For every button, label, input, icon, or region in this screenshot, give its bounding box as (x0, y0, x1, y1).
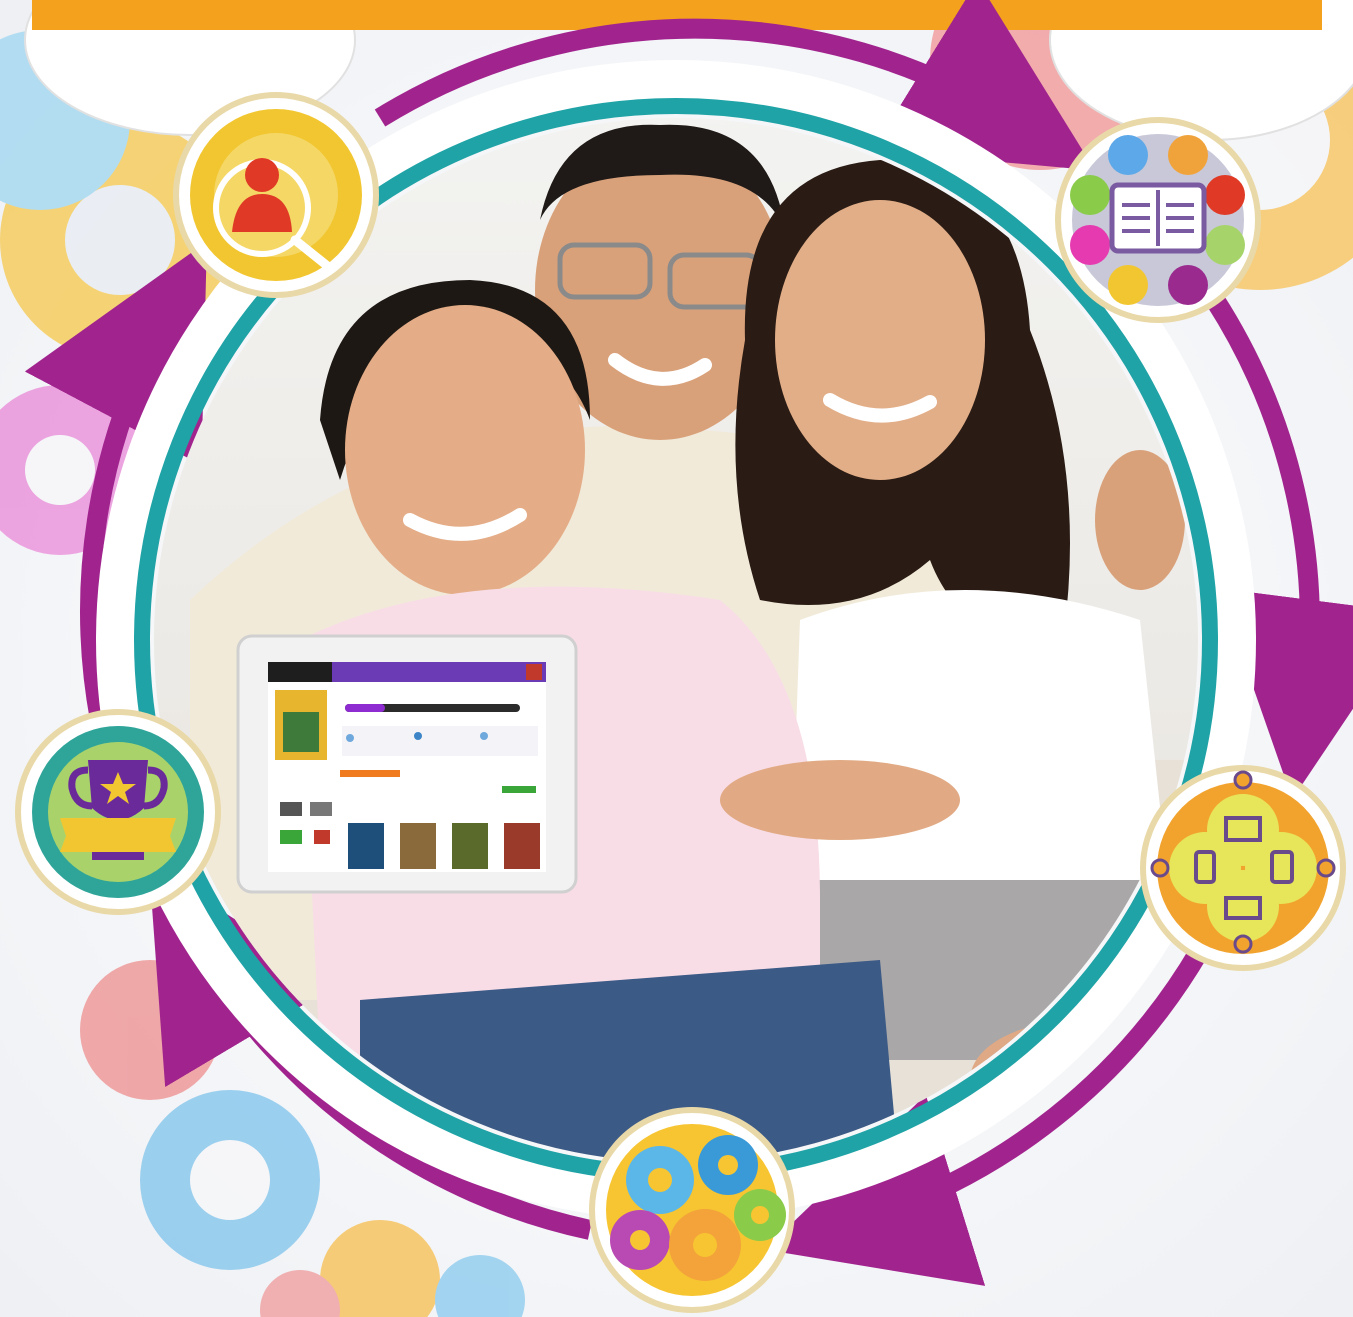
book-cover-2 (400, 823, 436, 869)
infographic-canvas (0, 0, 1353, 1317)
badge-trophy (15, 709, 221, 915)
tablet-device (236, 634, 578, 894)
badge-member-search (173, 92, 379, 298)
badge-reading-network (1055, 117, 1261, 323)
badge-gears (589, 1107, 795, 1313)
book-cover-1 (348, 823, 384, 869)
book-cover-4 (504, 823, 540, 869)
book-cover-3 (452, 823, 488, 869)
badge-multi-device (1140, 765, 1346, 971)
